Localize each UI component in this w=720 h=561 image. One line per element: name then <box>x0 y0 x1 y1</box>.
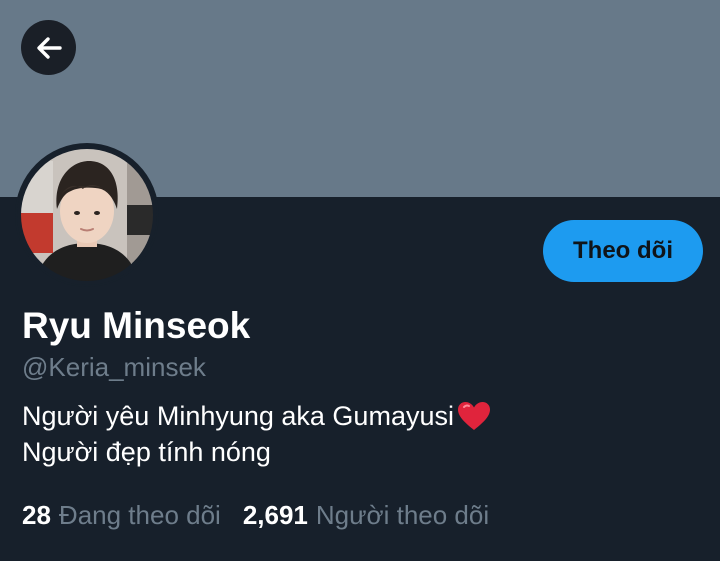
following-label: Đang theo dõi <box>58 500 221 530</box>
following-count: 28 <box>22 500 51 530</box>
arrow-left-icon <box>36 36 62 59</box>
follow-stats: 28 Đang theo dõi 2,691 Người theo dõi <box>22 498 489 532</box>
followers-count: 2,691 <box>242 500 308 530</box>
username-handle: @Keria_minsek <box>22 352 206 382</box>
bio-line: Người yêu Minhyung aka Gumayusi <box>22 398 492 434</box>
red-heart-icon <box>456 400 492 432</box>
bio-text-line-2: Người đẹp tính nóng <box>22 437 271 467</box>
avatar[interactable] <box>15 143 159 287</box>
followers-link[interactable]: 2,691 Người theo dõi <box>243 498 489 532</box>
follow-button[interactable]: Theo dõi <box>543 220 703 282</box>
profile-bio: Người yêu Minhyung aka Gumayusi Người đẹ… <box>22 398 492 470</box>
back-button[interactable] <box>21 20 76 75</box>
followers-label: Người theo dõi <box>315 500 490 530</box>
bio-text-line-1: Người yêu Minhyung aka Gumayusi <box>22 401 454 431</box>
avatar-photo <box>17 145 157 285</box>
following-link[interactable]: 28 Đang theo dõi <box>22 498 221 532</box>
bio-line: Người đẹp tính nóng <box>22 434 492 470</box>
display-name: Ryu Minseok <box>22 305 251 346</box>
